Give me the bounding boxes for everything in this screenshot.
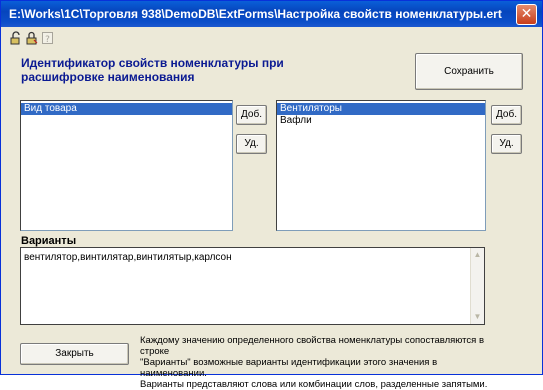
values-listbox[interactable]: Вентиляторы Вафли — [276, 100, 486, 231]
page-title-line2: расшифровке наименования — [21, 70, 195, 84]
save-button[interactable]: Сохранить — [415, 53, 523, 90]
hint-line3: Варианты представляют слова или комбинац… — [140, 379, 488, 390]
hint-text: Каждому значению определенного свойства … — [140, 335, 500, 390]
list-item[interactable]: Вид товара — [21, 103, 232, 115]
hint-line2: "Варианты" возможные варианты идентифика… — [140, 357, 438, 379]
page-title-line1: Идентификатор свойств номенклатуры при — [21, 56, 284, 70]
lock-closed-icon[interactable] — [25, 31, 39, 45]
help-icon[interactable]: ? — [41, 31, 55, 45]
window-title: E:\Works\1C\Торговля 938\DemoDB\ExtForms… — [9, 7, 502, 21]
add-property-button[interactable]: Доб. — [236, 105, 267, 125]
title-bar[interactable]: E:\Works\1C\Торговля 938\DemoDB\ExtForms… — [1, 1, 542, 27]
page-title: Идентификатор свойств номенклатуры при р… — [21, 56, 291, 84]
close-window-button[interactable]: ✕ — [516, 4, 537, 25]
properties-listbox[interactable]: Вид товара — [20, 100, 233, 231]
dialog-window: E:\Works\1C\Торговля 938\DemoDB\ExtForms… — [0, 0, 543, 390]
lock-open-icon[interactable] — [9, 31, 23, 45]
values-list: Вентиляторы Вафли — [277, 101, 485, 127]
variants-label: Варианты — [21, 235, 77, 247]
close-button[interactable]: Закрыть — [20, 343, 129, 365]
variants-scrollbar[interactable]: ▲ ▼ — [470, 248, 484, 324]
hint-line1: Каждому значению определенного свойства … — [140, 335, 485, 357]
variants-text: вентилятор,винтилятар,винтилятыр,карлсон — [24, 252, 232, 263]
scroll-down-icon[interactable]: ▼ — [471, 310, 484, 324]
variants-textarea[interactable]: вентилятор,винтилятар,винтилятыр,карлсон… — [20, 247, 485, 325]
list-item[interactable]: Вафли — [277, 115, 485, 127]
scroll-up-icon[interactable]: ▲ — [471, 248, 484, 262]
remove-property-button[interactable]: Уд. — [236, 134, 267, 154]
remove-value-button[interactable]: Уд. — [491, 134, 522, 154]
list-item[interactable]: Вентиляторы — [277, 103, 485, 115]
svg-text:?: ? — [45, 35, 50, 45]
properties-list: Вид товара — [21, 101, 232, 115]
add-value-button[interactable]: Доб. — [491, 105, 522, 125]
